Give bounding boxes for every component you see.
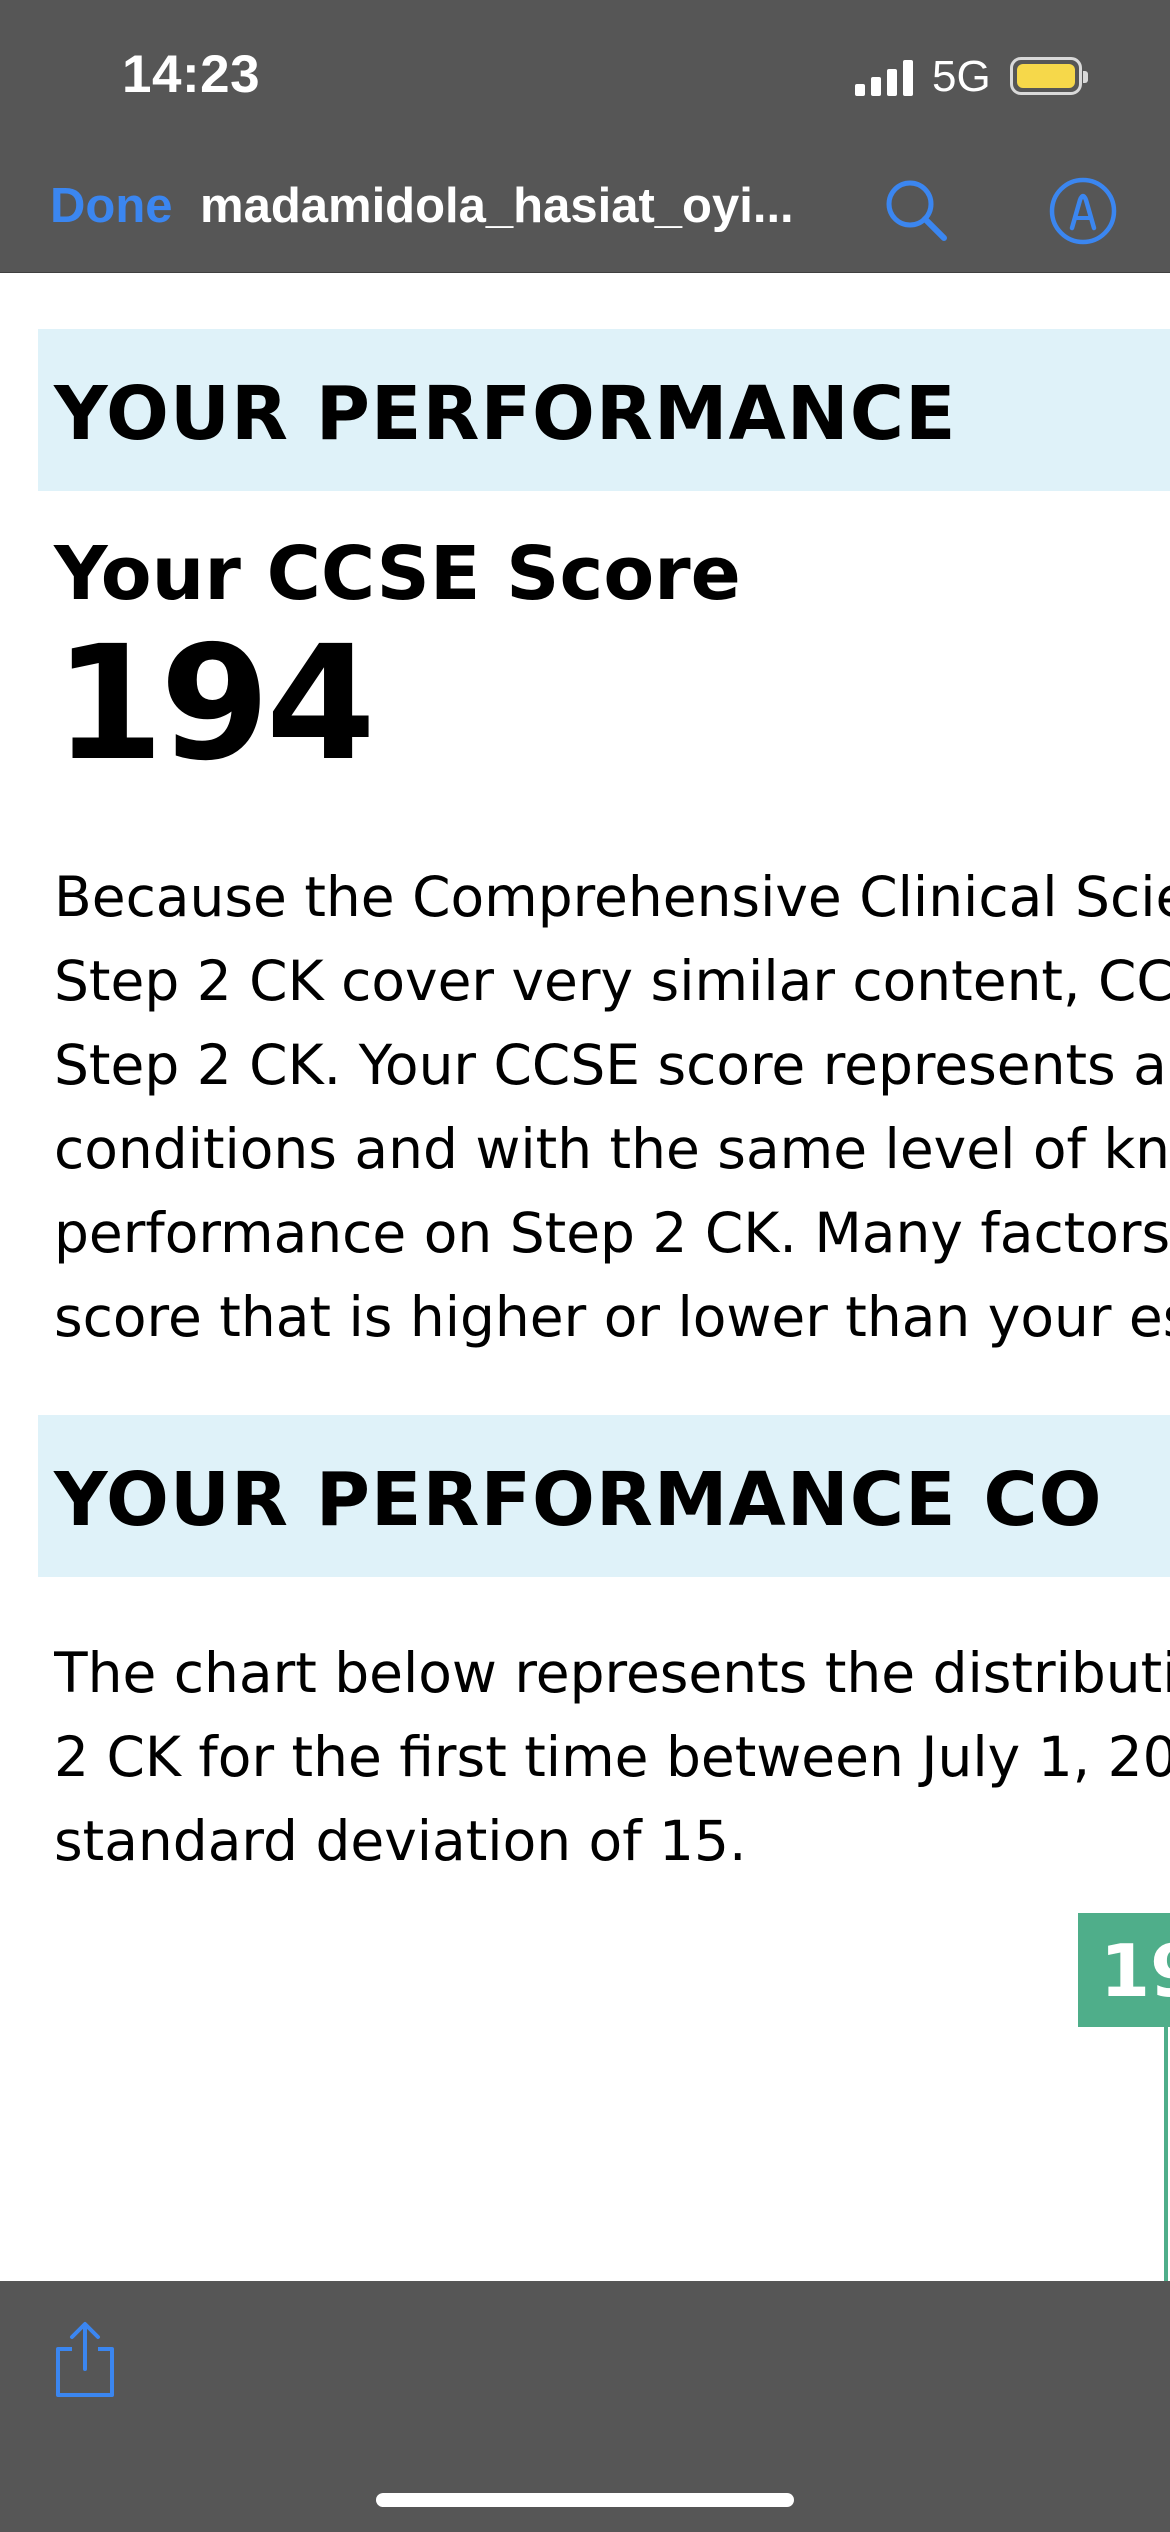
section-heading-comparison: YOUR PERFORMANCE CO: [54, 1457, 1103, 1543]
bottom-toolbar: [0, 2281, 1170, 2532]
score-marker-box: 19: [1078, 1913, 1170, 2027]
section-header-band: YOUR PERFORMANCE CO: [38, 1415, 1170, 1577]
score-explanation-paragraph: Because the Comprehensive Clinical Scien…: [54, 855, 1170, 1359]
paragraph-line: conditions and with the same level of kn…: [54, 1117, 1170, 1181]
nav-bar: Done madamidola_hasiat_oyi...: [0, 150, 1170, 273]
status-bar: 14:23 5G: [0, 0, 1170, 150]
section-header-band: YOUR PERFORMANCE: [38, 329, 1170, 491]
paragraph-line: 2 CK for the first time between July 1, …: [54, 1725, 1170, 1789]
document-viewer[interactable]: YOUR PERFORMANCE Your CCSE Score 194 Bec…: [0, 273, 1170, 2281]
paragraph-line: Because the Comprehensive Clinical Scien: [54, 865, 1170, 929]
paragraph-line: Step 2 CK cover very similar content, CC…: [54, 949, 1170, 1013]
score-marker-label: 19: [1100, 1929, 1170, 2013]
status-time: 14:23: [122, 45, 261, 104]
battery-icon: [1010, 57, 1088, 95]
cellular-signal-icon: [855, 58, 915, 96]
section-heading-performance: YOUR PERFORMANCE: [54, 371, 957, 457]
home-indicator[interactable]: [376, 2493, 794, 2507]
markup-pen-icon[interactable]: [1048, 176, 1118, 246]
score-marker-line: [1164, 2027, 1168, 2281]
paragraph-line: score that is higher or lower than your …: [54, 1285, 1170, 1349]
battery-level: [1017, 64, 1075, 88]
distribution-paragraph: The chart below represents the distribut…: [54, 1631, 1170, 1883]
done-button[interactable]: Done: [50, 178, 173, 234]
score-label: Your CCSE Score: [54, 531, 741, 617]
score-value: 194: [54, 612, 376, 796]
search-icon[interactable]: [880, 174, 952, 246]
document-title: madamidola_hasiat_oyi...: [200, 179, 794, 233]
paragraph-line: standard deviation of 15.: [54, 1809, 747, 1873]
share-icon[interactable]: [50, 2319, 120, 2401]
paragraph-line: performance on Step 2 CK. Many factors,: [54, 1201, 1170, 1265]
paragraph-line: Step 2 CK. Your CCSE score represents an: [54, 1033, 1170, 1097]
paragraph-line: The chart below represents the distribut…: [54, 1641, 1170, 1705]
network-type-label: 5G: [932, 52, 991, 101]
